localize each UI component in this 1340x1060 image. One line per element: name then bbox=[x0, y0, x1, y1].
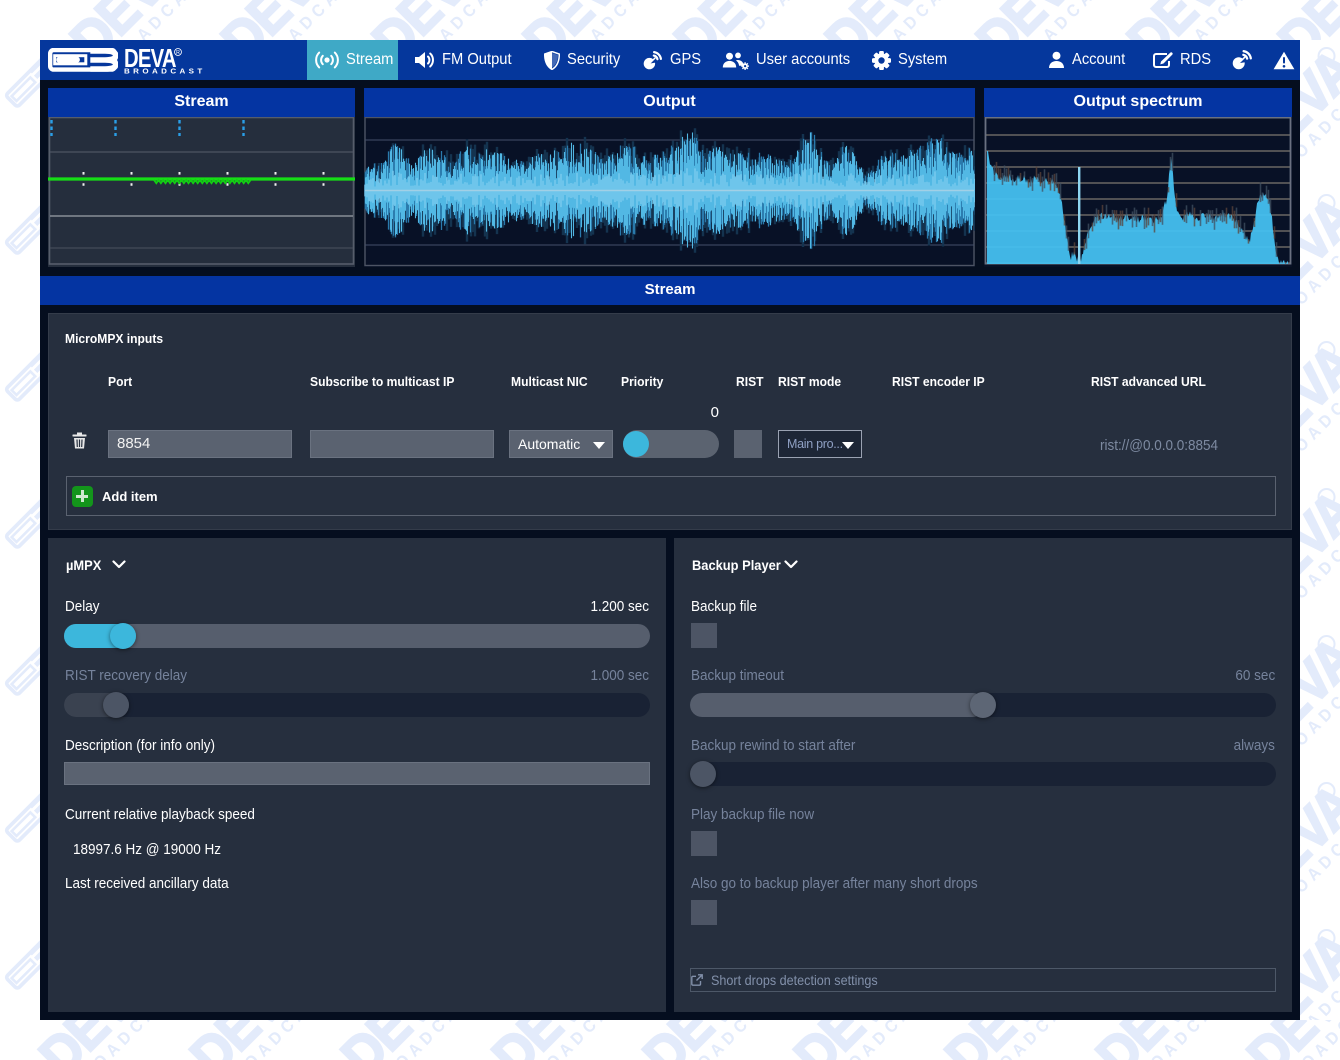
svg-text:R: R bbox=[176, 50, 180, 56]
